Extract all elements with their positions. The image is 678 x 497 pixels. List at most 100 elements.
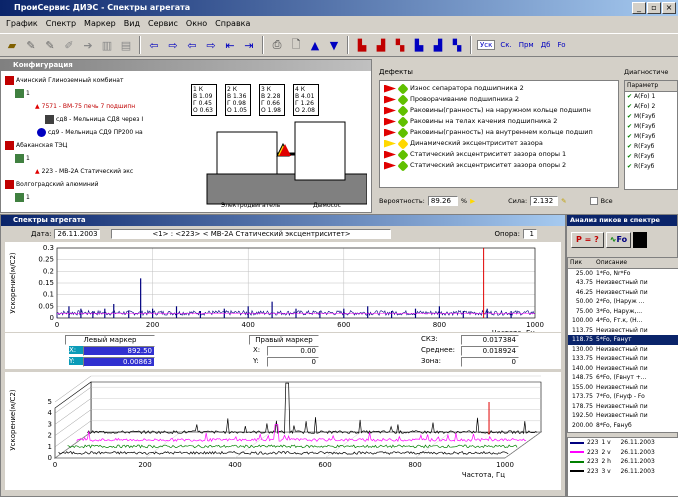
arrow-left2-icon[interactable]: ⇦ [184, 37, 200, 53]
tree-node[interactable]: 1 [5, 87, 185, 100]
peak-row[interactable]: 173.75 7*Fo, (Fнуф - Fo [568, 392, 678, 402]
spectrum4-icon[interactable]: ▙ [411, 37, 427, 53]
diag-item[interactable]: ✔ R(Fзуб [627, 162, 677, 172]
minimize-button[interactable]: _ [632, 2, 646, 14]
defect-item[interactable]: Проворачивание подшипника 2 [384, 93, 618, 106]
diag-item[interactable]: ✔ A(Fo) 1 [627, 92, 677, 102]
arrow-right-icon[interactable]: ⇨ [165, 37, 181, 53]
diag-item[interactable]: ✔ M(Fзуб [627, 132, 677, 142]
menu-item-help[interactable]: Справка [215, 16, 250, 32]
defect-item[interactable]: Статический эксцентриситет зазора опоры … [384, 159, 618, 172]
up-icon[interactable]: ▲ [307, 37, 323, 53]
peak-row[interactable]: 200.00 8*Fo, Fвнуб [568, 421, 678, 431]
peak-row[interactable]: 133.75 Неизвестный пи [568, 354, 678, 364]
peak-row[interactable]: 118.75 5*Fo, Fвнут [568, 335, 678, 345]
diag-item[interactable]: ✔ R(Fзуб [627, 142, 677, 152]
spectrum2-icon[interactable]: ▟ [373, 37, 389, 53]
close-button[interactable]: × [662, 2, 676, 14]
chart-icon[interactable]: ▥ [99, 37, 115, 53]
tree-node[interactable]: 1 [5, 152, 185, 165]
peak-row[interactable]: 25.00 1*Fo, Nr*Fo [568, 269, 678, 279]
defect-item[interactable]: Статический эксцентриситет зазора опоры … [384, 148, 618, 161]
tree-node[interactable]: ▲ 7571 - ВМ-75 печь 7 подшипн [5, 100, 185, 113]
menu-item-marker[interactable]: Маркер [84, 16, 116, 32]
menu-item-window[interactable]: Окно [186, 16, 207, 32]
preview-icon[interactable]: 🗋 [288, 37, 304, 53]
defect-item[interactable]: Раковины(гранность) на наружном кольце п… [384, 104, 618, 117]
peak-row[interactable]: 46.25 Неизвестный пи [568, 288, 678, 298]
menu-item-spectrum[interactable]: Спектр [46, 16, 76, 32]
spectrum6-icon[interactable]: ▚ [449, 37, 465, 53]
legend-item[interactable]: 223 1 v 26.11.2003 [570, 438, 678, 448]
chart2-icon[interactable]: ▤ [118, 37, 134, 53]
spectrum3-icon[interactable]: ▚ [392, 37, 408, 53]
arrow-right2-icon[interactable]: ⇨ [203, 37, 219, 53]
tree-node[interactable]: Волгоградский алюминий [5, 178, 185, 191]
first-icon[interactable]: ⇤ [222, 37, 238, 53]
last-icon[interactable]: ⇥ [241, 37, 257, 53]
fo-button[interactable]: Fo [555, 41, 567, 49]
peak-row[interactable]: 178.75 Неизвестный пи [568, 402, 678, 412]
legend-item[interactable]: 223 3 v 26.11.2003 [570, 467, 678, 477]
velocity-button[interactable]: Ск. [498, 41, 513, 49]
left-y-field[interactable]: 0.00863 [83, 357, 155, 367]
peak-row[interactable]: 155.00 Неизвестный пи [568, 383, 678, 393]
support-field[interactable]: 1 [522, 229, 537, 239]
date-field[interactable]: 26.11.2003 [54, 229, 101, 239]
diag-item[interactable]: ✔ R(Fзуб [627, 152, 677, 162]
menu-item-graph[interactable]: График [6, 16, 38, 32]
spectrum-chart-3d[interactable]: 5 4 3 2 1 00 200 400 600 800 1000 Ускорение(м/С2) Ча… [5, 372, 561, 490]
accel-button[interactable]: Уск [477, 40, 496, 50]
diag-item[interactable]: ✔ M(Fзуб [627, 112, 677, 122]
peak-row[interactable]: 100.00 4*Fo, Fт.к, (Н... [568, 316, 678, 326]
defect-item[interactable]: Раковины на телах качения подшипника 2 [384, 115, 618, 128]
probability-field[interactable]: 89.26 [427, 196, 458, 206]
left-x-field[interactable]: 892.50 [83, 346, 155, 356]
peak-row[interactable]: 130.00 Неизвестный пи [568, 345, 678, 355]
pen2-icon[interactable]: ✎ [42, 37, 58, 53]
tree-node[interactable]: сд9 - Мельница СД9 ПР200 на [5, 126, 185, 139]
defect-item-selected[interactable]: Динамический эксцентриситет зазора [384, 137, 618, 150]
right-y-field[interactable]: 0 [267, 357, 319, 367]
peak-row[interactable]: 148.75 6*Fo, (Fвнут +... [568, 373, 678, 383]
machine-drawing [206, 121, 367, 205]
fo-button[interactable]: ∿Fo [605, 232, 632, 248]
maximize-button[interactable]: ▫ [647, 2, 661, 14]
displacement-button[interactable]: Прм [517, 41, 536, 49]
column-header[interactable]: Параметр [625, 81, 677, 92]
defect-item[interactable]: Износ сепаратора подшипника 2 [384, 82, 618, 95]
legend-item[interactable]: 223 2 v 26.11.2003 [570, 448, 678, 458]
print-icon[interactable]: ⎙ [269, 37, 285, 53]
down-icon[interactable]: ▼ [326, 37, 342, 53]
peak-row[interactable]: 140.00 Неизвестный пи [568, 364, 678, 374]
pen-icon[interactable]: ✎ [23, 37, 39, 53]
spectrum5-icon[interactable]: ▟ [430, 37, 446, 53]
defect-item[interactable]: Раковины(гранность) на внутреннем кольце… [384, 126, 618, 139]
peak-row[interactable]: 50.00 2*Fo, (Нарyж ... [568, 297, 678, 307]
spectrum-icon[interactable]: ▙ [354, 37, 370, 53]
tree-node[interactable]: Абаканская ТЭЦ [5, 139, 185, 152]
spectrum-chart-top[interactable]: 0.3 0.25 0.2 0.15 0.1 0.05 00 200 400 600 800 1000 У… [5, 242, 561, 332]
open-icon[interactable]: ▰ [4, 37, 20, 53]
peak-row[interactable]: 43.75 Неизвестный пи [568, 278, 678, 288]
peak-row[interactable]: 113.75 Неизвестный пи [568, 326, 678, 336]
arrow-icon[interactable]: ➔ [80, 37, 96, 53]
right-x-field[interactable]: 0.00 [267, 346, 319, 356]
db-button[interactable]: Дб [539, 41, 553, 49]
all-checkbox[interactable] [589, 197, 598, 205]
tree-node[interactable]: сд8 - Мельница СД8 через I [5, 113, 185, 126]
tree-node[interactable]: Ачинский Глиноземный комбинат [5, 74, 185, 87]
arrow-left-icon[interactable]: ⇦ [146, 37, 162, 53]
peak-row[interactable]: 192.50 Неизвестный пи [568, 411, 678, 421]
p-query-button[interactable]: P = ? [571, 232, 604, 248]
force-field[interactable]: 2.132 [530, 196, 559, 206]
tree-node[interactable]: ▲ 223 - МВ-2А Статический экс [5, 165, 185, 178]
diag-item[interactable]: ✔ A(Fo) 2 [627, 102, 677, 112]
menu-item-view[interactable]: Вид [124, 16, 140, 32]
peak-row[interactable]: 75.00 3*Fo, Нарyж,... [568, 307, 678, 317]
menu-item-service[interactable]: Сервис [148, 16, 178, 32]
tree-node[interactable]: 1 [5, 191, 185, 204]
diag-item[interactable]: ✔ M(Fзуб [627, 122, 677, 132]
edit-icon[interactable]: ✐ [61, 37, 77, 53]
legend-item[interactable]: 223 2 h 26.11.2003 [570, 457, 678, 467]
